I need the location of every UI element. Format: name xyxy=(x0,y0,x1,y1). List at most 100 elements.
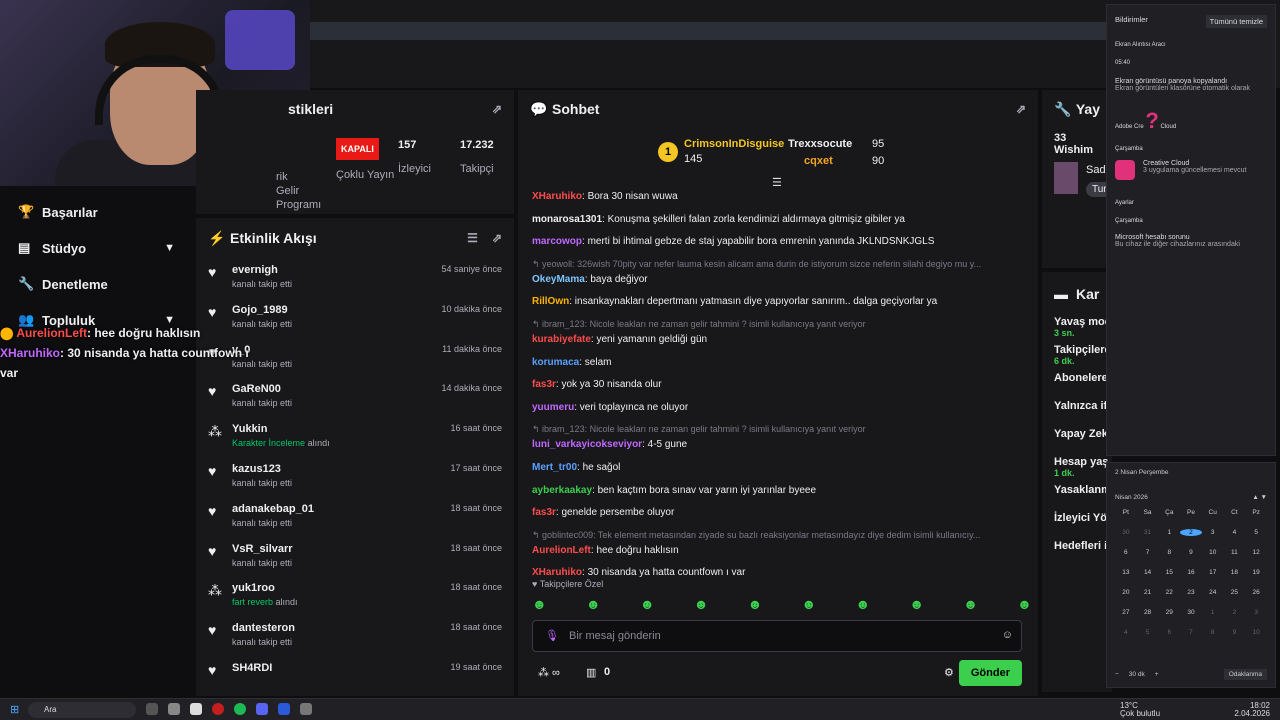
calendar-day[interactable]: 8 xyxy=(1158,549,1180,556)
activity-row[interactable]: ♥ adanakebap_01 kanalı takip etti 18 saat ö… xyxy=(196,497,514,537)
chat-username[interactable]: marcowop xyxy=(532,236,582,247)
calendar-day[interactable]: 22 xyxy=(1158,589,1180,596)
calendar-day[interactable]: 18 xyxy=(1224,569,1246,576)
calendar-day[interactable]: 21 xyxy=(1137,589,1159,596)
chat-filter-icon[interactable]: ☰ xyxy=(772,176,782,189)
chat-message[interactable]: XHaruhiko: 30 nisanda ya hatta countfown… xyxy=(532,566,1032,579)
taskbar-search[interactable]: Ara xyxy=(28,702,136,718)
calendar-day[interactable]: 14 xyxy=(1137,569,1159,576)
emoji-icon[interactable]: ☺ xyxy=(1002,629,1013,641)
notif-item[interactable]: Ekran görüntüsü panoya kopyalandı xyxy=(1115,78,1267,85)
calendar-day[interactable]: 6 xyxy=(1115,549,1137,556)
chat-message[interactable]: ↰ yeowoll: 326wish 70pity var nefer laum… xyxy=(532,258,1032,286)
activity-row[interactable]: ♥ dantesteron kanalı takip etti 18 saat önc… xyxy=(196,616,514,656)
calendar-day[interactable]: 7 xyxy=(1137,549,1159,556)
chat-setting-item[interactable]: Yavaş mod 3 sn. xyxy=(1042,316,1112,344)
calendar-day[interactable]: 23 xyxy=(1180,589,1202,596)
calendar-day[interactable]: 11 xyxy=(1224,549,1246,556)
chat-setting-item[interactable]: Hesap yaş 1 dk. xyxy=(1042,456,1112,484)
calendar-day[interactable]: 1 xyxy=(1158,529,1180,536)
task-view-icon[interactable] xyxy=(146,703,158,715)
calendar-day[interactable]: 3 xyxy=(1202,529,1224,536)
chat-setting-item[interactable]: Hedefleri i xyxy=(1042,540,1112,568)
mic-icon[interactable]: 🎙 xyxy=(545,629,559,642)
clock[interactable]: 18:02 2.04.2026 xyxy=(1234,702,1270,718)
plus-button[interactable]: + xyxy=(1155,671,1159,678)
calendar-day[interactable]: 5 xyxy=(1245,529,1267,536)
chat-setting-item[interactable]: Takipçilere 6 dk. xyxy=(1042,344,1112,372)
calendar-day[interactable]: 9 xyxy=(1180,549,1202,556)
emote[interactable]: ☻ xyxy=(1017,596,1032,612)
chat-message[interactable]: ↰ goblintec009: Tek element metasından z… xyxy=(532,529,1032,557)
chat-username[interactable]: luni_varkayicokseviyor xyxy=(532,439,642,450)
calendar-day[interactable]: 13 xyxy=(1115,569,1137,576)
chat-message[interactable]: RillOwn: insankaynakları depertmanı yatm… xyxy=(532,295,1032,308)
calendar-day[interactable]: 4 xyxy=(1115,629,1137,636)
calendar-day[interactable]: 30 xyxy=(1115,529,1137,536)
filter-icon[interactable]: ☰ xyxy=(467,231,478,245)
calendar-day[interactable]: 31 xyxy=(1137,529,1159,536)
calendar-day[interactable]: 3 xyxy=(1245,609,1267,616)
chat-message[interactable]: ayberkaakay: ben kaçtım bora sınav var y… xyxy=(532,484,1032,497)
sidebar-item-studio[interactable]: ▤ Stüdyo ▼ xyxy=(0,230,195,266)
chat-setting-item[interactable]: Yapay Zek Denetimi xyxy=(1042,428,1157,456)
calendar-day[interactable]: 5 xyxy=(1137,629,1159,636)
focus-button[interactable]: Odaklanma xyxy=(1223,669,1267,680)
chat-setting-item[interactable]: Yasaklanm xyxy=(1042,484,1112,512)
emote[interactable]: ☻ xyxy=(909,596,924,612)
chat-message[interactable]: ↰ ibram_123: Nicole leakları ne zaman ge… xyxy=(532,423,1032,451)
emote[interactable]: ☻ xyxy=(586,596,601,612)
activity-row[interactable]: ♥ kazus123 kanalı takip etti 17 saat önce xyxy=(196,457,514,497)
clear-all-button[interactable]: Tümünü temizle xyxy=(1205,15,1267,28)
calendar-day[interactable]: 9 xyxy=(1224,629,1246,636)
calendar-day[interactable]: 7 xyxy=(1180,629,1202,636)
emote-bar[interactable]: ☻ ☻ ☻ ☻ ☻ ☻ ☻ ☻ ☻ ☻ xyxy=(532,596,1032,612)
calendar-day[interactable]: 29 xyxy=(1158,609,1180,616)
notif-item[interactable]: Microsoft hesabı sorunu xyxy=(1115,234,1267,241)
chat-username[interactable]: korumaca xyxy=(532,357,579,368)
calendar-day[interactable]: 10 xyxy=(1245,629,1267,636)
calendar-day[interactable]: 16 xyxy=(1180,569,1202,576)
chat-username[interactable]: ayberkaakay xyxy=(532,485,592,496)
calendar-day[interactable]: 20 xyxy=(1115,589,1137,596)
app-icon[interactable] xyxy=(190,703,202,715)
activity-row[interactable]: ⁂ Yukkin Karakter İnceleme alındı 16 saat ö… xyxy=(196,417,514,457)
emote[interactable]: ☻ xyxy=(640,596,655,612)
spotify-icon[interactable] xyxy=(234,703,246,715)
chat-message[interactable]: ↰ ibram_123: Nicole leakları ne zaman ge… xyxy=(532,318,1032,346)
chat-username[interactable]: monarosa1301 xyxy=(532,214,602,225)
chat-username[interactable]: OkeyMama xyxy=(532,274,585,285)
activity-row[interactable]: ♥ evernigh kanalı takip etti 54 saniye önce xyxy=(196,258,514,298)
activity-row[interactable]: ⁂ yuk1roo fart reverb alındı 18 saat önce xyxy=(196,576,514,616)
chat-setting-item[interactable]: İzleyici Yö xyxy=(1042,512,1112,540)
minus-button[interactable]: − xyxy=(1115,671,1119,678)
activity-row[interactable]: ♥ SH4RDI 19 saat önce xyxy=(196,656,514,696)
app-icon[interactable] xyxy=(300,703,312,715)
app-icon[interactable] xyxy=(168,703,180,715)
popout-icon[interactable]: ⇗ xyxy=(492,102,502,116)
calendar-day[interactable]: 27 xyxy=(1115,609,1137,616)
opera-icon[interactable] xyxy=(212,703,224,715)
chat-username[interactable]: yuumeru xyxy=(532,402,574,413)
activity-row[interactable]: ♥ VsR_silvarr kanalı takip etti 18 saat önc… xyxy=(196,537,514,577)
sidebar-item-achievements[interactable]: 🏆 Başarılar xyxy=(0,194,195,230)
chat-message[interactable]: korumaca: selam xyxy=(532,356,1032,369)
chat-message[interactable]: XHaruhiko: Bora 30 nisan wuwa xyxy=(532,190,1032,203)
chat-setting-item[interactable]: Abonelere xyxy=(1042,372,1112,400)
chat-username[interactable]: XHaruhiko xyxy=(532,567,582,578)
weather-widget[interactable]: 13°C Çok bulutlu xyxy=(1120,702,1160,718)
calendar-day[interactable]: 4 xyxy=(1224,529,1246,536)
calendar-day[interactable]: 15 xyxy=(1158,569,1180,576)
emote[interactable]: ☻ xyxy=(532,596,547,612)
chat-message[interactable]: yuumeru: veri toplayınca ne oluyor xyxy=(532,401,1032,414)
calendar-day[interactable]: 1 xyxy=(1202,609,1224,616)
calendar-day[interactable]: 17 xyxy=(1202,569,1224,576)
emote[interactable]: ☻ xyxy=(694,596,709,612)
calendar-day[interactable]: 25 xyxy=(1224,589,1246,596)
chat-input[interactable]: 🎙 Bir mesaj gönderin ☺ xyxy=(532,620,1022,652)
gift-icon[interactable]: ▥ xyxy=(586,666,596,679)
chat-message[interactable]: Mert_tr00: he sağol xyxy=(532,461,1032,474)
app-icon[interactable] xyxy=(278,703,290,715)
calendar-day[interactable]: 2 xyxy=(1224,609,1246,616)
calendar-day[interactable]: 10 xyxy=(1202,549,1224,556)
